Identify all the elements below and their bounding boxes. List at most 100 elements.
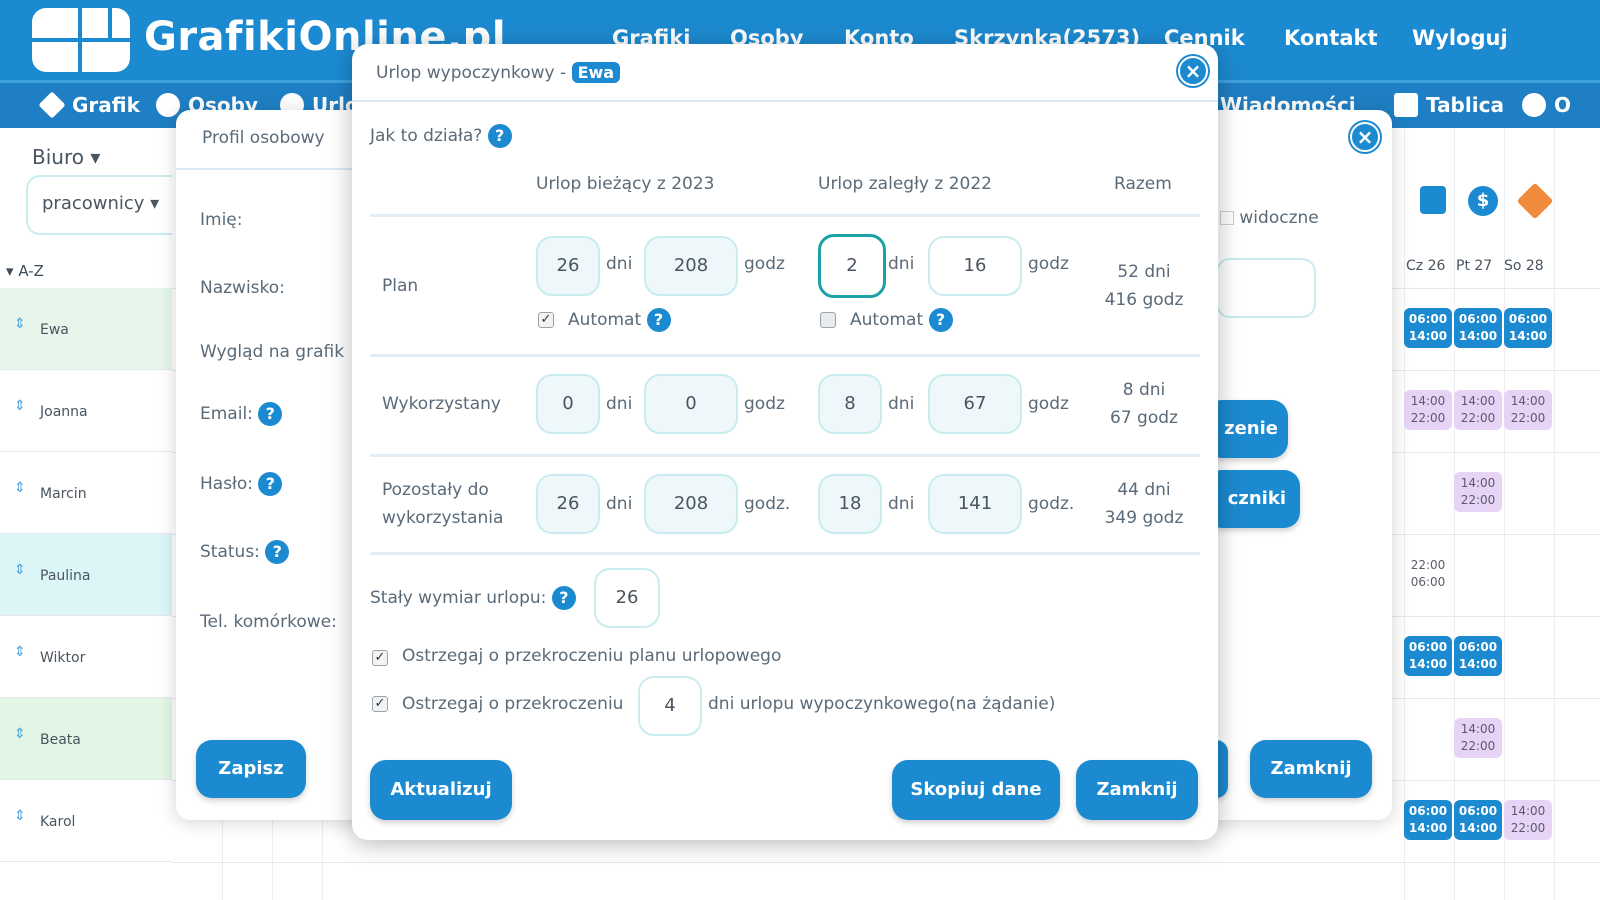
shift-block[interactable]: 22:00 06:00 [1404, 554, 1452, 594]
list-item[interactable]: ⇕ Karol [0, 780, 172, 862]
visible-toggle[interactable]: widoczne [1220, 208, 1319, 228]
clipboard-icon [1394, 93, 1418, 117]
field-label-email: Email: ? [200, 402, 283, 426]
list-item[interactable]: ⇕ Ewa [0, 288, 172, 370]
automat-current-checkbox[interactable]: ✓ [538, 312, 554, 328]
help-icon[interactable]: ? [265, 540, 290, 564]
shift-block[interactable]: 14:00 22:00 [1454, 472, 1502, 512]
left-overdue-hours-input[interactable]: 141 [928, 474, 1022, 534]
help-icon[interactable]: ? [258, 472, 283, 496]
left-total-days: 44 dni [1117, 480, 1171, 500]
close-icon[interactable]: × [1178, 56, 1208, 86]
row-label-used: Wykorzystany [382, 394, 501, 414]
partial-button[interactable]: zenie [1206, 400, 1288, 458]
chevron-updown-icon: ⇕ [14, 562, 26, 578]
automat-current-label: Automat ? [568, 308, 671, 332]
modal-header: Urlop wypoczynkowy - Ewa × [352, 44, 1218, 102]
automat-overdue-checkbox[interactable] [820, 312, 836, 328]
chevron-updown-icon: ⇕ [14, 480, 26, 496]
person-badge: Ewa [571, 62, 621, 83]
unit-hours: godz. [744, 494, 791, 514]
help-icon[interactable]: ? [646, 308, 671, 332]
workers-select[interactable]: pracownicy ▾ [26, 175, 186, 235]
used-current-hours-input[interactable]: 0 [644, 374, 738, 434]
list-item[interactable]: ⇕ Joanna [0, 370, 172, 452]
unit-hours: godz [1028, 254, 1069, 274]
shift-block[interactable]: 14:00 22:00 [1504, 390, 1552, 430]
shift-block[interactable]: 14:00 22:00 [1504, 800, 1552, 840]
office-select[interactable]: Biuro ▾ [32, 145, 100, 169]
warn-plan-checkbox[interactable]: ✓ [372, 650, 388, 666]
col-header-total: Razem [1114, 174, 1172, 194]
plan-overdue-hours-input[interactable]: 16 [928, 236, 1022, 296]
list-item[interactable]: ⇕ Wiktor [0, 616, 172, 698]
used-total-days: 8 dni [1122, 380, 1166, 400]
warn-ondemand-input[interactable]: 4 [638, 676, 702, 736]
list-item[interactable]: ⇕ Beata [0, 698, 172, 780]
subnav-opcje[interactable]: O [1522, 93, 1571, 117]
fixed-entitlement-input[interactable]: 26 [594, 568, 660, 628]
subnav-grafik[interactable]: Grafik [38, 91, 140, 119]
automat-overdue-label: Automat ? [850, 308, 953, 332]
used-overdue-days-input[interactable]: 8 [818, 374, 882, 434]
used-current-days-input[interactable]: 0 [536, 374, 600, 434]
help-icon[interactable]: ? [551, 586, 576, 610]
unit-days: dni [606, 254, 633, 274]
how-it-works[interactable]: Jak to działa? ? [370, 124, 512, 148]
unit-hours: godz [1028, 394, 1069, 414]
chevron-updown-icon: ⇕ [14, 644, 26, 660]
logo-icon[interactable] [32, 8, 130, 72]
field-label-phone: Tel. komórkowe: [200, 612, 337, 632]
partial-button[interactable]: czniki [1206, 470, 1300, 528]
dollar-icon[interactable]: $ [1468, 186, 1498, 216]
shift-block[interactable]: 06:00 14:00 [1404, 800, 1452, 840]
chevron-updown-icon: ⇕ [14, 316, 26, 332]
modal-title: Urlop wypoczynkowy - Ewa [376, 62, 621, 83]
date-input[interactable] [1216, 258, 1316, 318]
plan-total-days: 52 dni [1117, 262, 1171, 282]
save-button[interactable]: Zapisz [196, 740, 306, 798]
help-icon[interactable]: ? [487, 124, 512, 148]
user-icon [156, 93, 180, 117]
unit-hours: godz [744, 254, 785, 274]
shift-block[interactable]: 06:00 14:00 [1454, 800, 1502, 840]
close-button[interactable]: Zamknij [1076, 760, 1198, 820]
left-current-hours-input[interactable]: 208 [644, 474, 738, 534]
shift-block[interactable]: 06:00 14:00 [1404, 636, 1452, 676]
warn-ondemand-checkbox[interactable]: ✓ [372, 696, 388, 712]
left-current-days-input[interactable]: 26 [536, 474, 600, 534]
update-button[interactable]: Aktualizuj [370, 760, 512, 820]
list-item[interactable]: ⇕ Paulina [0, 534, 172, 616]
warn-plan-label: Ostrzegaj o przekroczeniu planu urlopowe… [402, 646, 782, 666]
shift-block[interactable]: 06:00 14:00 [1504, 308, 1552, 348]
field-label-look: Wygląd na grafik [200, 342, 345, 362]
profile-title: Profil osobowy [202, 128, 325, 148]
copy-data-button[interactable]: Skopiuj dane [892, 760, 1060, 820]
day-header: So 28 [1504, 258, 1544, 274]
shift-block[interactable]: 06:00 14:00 [1404, 308, 1452, 348]
close-button[interactable]: Zamknij [1250, 740, 1372, 798]
field-label-status: Status: ? [200, 540, 290, 564]
help-icon[interactable]: ? [258, 402, 283, 426]
shift-block[interactable]: 14:00 22:00 [1404, 390, 1452, 430]
day-header: Pt 27 [1456, 258, 1493, 274]
help-icon[interactable]: ? [928, 308, 953, 332]
nav-wyloguj[interactable]: Wyloguj [1412, 26, 1508, 50]
list-item[interactable]: ⇕ Marcin [0, 452, 172, 534]
subnav-tablica[interactable]: Tablica [1394, 93, 1504, 117]
shift-block[interactable]: 14:00 22:00 [1454, 718, 1502, 758]
plan-current-days-input[interactable]: 26 [536, 236, 600, 296]
plan-current-hours-input[interactable]: 208 [644, 236, 738, 296]
plan-overdue-days-input[interactable]: 2 [818, 234, 886, 298]
used-overdue-hours-input[interactable]: 67 [928, 374, 1022, 434]
close-icon[interactable]: × [1350, 122, 1380, 152]
shift-block[interactable]: 06:00 14:00 [1454, 308, 1502, 348]
sort-toggle[interactable]: ▾ A-Z [6, 262, 44, 280]
lock-icon[interactable] [1420, 186, 1446, 214]
shift-block[interactable]: 06:00 14:00 [1454, 636, 1502, 676]
nav-kontakt[interactable]: Kontakt [1284, 26, 1378, 50]
shift-block[interactable]: 14:00 22:00 [1454, 390, 1502, 430]
chevron-updown-icon: ⇕ [14, 808, 26, 824]
left-overdue-days-input[interactable]: 18 [818, 474, 882, 534]
field-label-surname: Nazwisko: [200, 278, 285, 298]
